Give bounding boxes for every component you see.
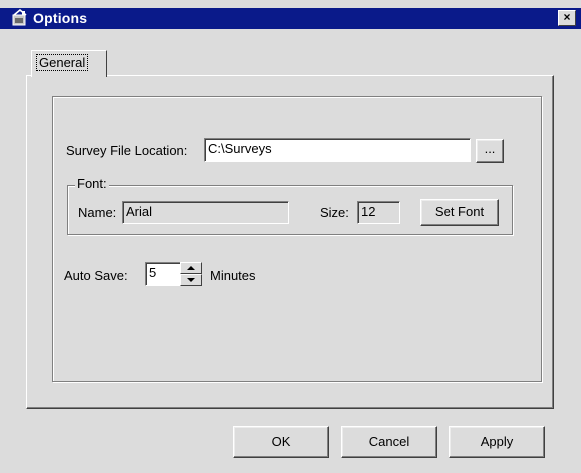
auto-save-field[interactable]: 5: [145, 262, 182, 286]
options-dialog: Options × General Survey File Location: …: [0, 0, 581, 473]
set-font-button[interactable]: Set Font: [420, 199, 499, 226]
tab-general[interactable]: General: [31, 50, 107, 77]
tab-general-label: General: [36, 54, 89, 71]
auto-save-spinner[interactable]: [180, 262, 202, 286]
cancel-button[interactable]: Cancel: [341, 426, 437, 458]
font-name-field[interactable]: Arial: [122, 201, 289, 224]
spin-up-icon[interactable]: [180, 262, 202, 274]
font-group-label: Font:: [75, 176, 109, 191]
auto-save-label: Auto Save:: [64, 268, 128, 283]
font-size-label: Size:: [320, 205, 349, 220]
title-bar[interactable]: Options ×: [0, 8, 581, 29]
font-name-label: Name:: [78, 205, 117, 220]
font-size-field[interactable]: 12: [357, 201, 400, 224]
browse-button[interactable]: ...: [476, 139, 504, 163]
auto-save-unit: Minutes: [210, 268, 256, 283]
apply-button[interactable]: Apply: [449, 426, 545, 458]
survey-location-label: Survey File Location:: [66, 143, 188, 158]
window-title: Options: [33, 10, 88, 26]
survey-location-field[interactable]: C:\Surveys: [204, 138, 471, 162]
options-icon: [11, 8, 29, 30]
close-icon[interactable]: ×: [558, 10, 576, 26]
ok-button[interactable]: OK: [233, 426, 329, 458]
spin-down-icon[interactable]: [180, 274, 202, 286]
